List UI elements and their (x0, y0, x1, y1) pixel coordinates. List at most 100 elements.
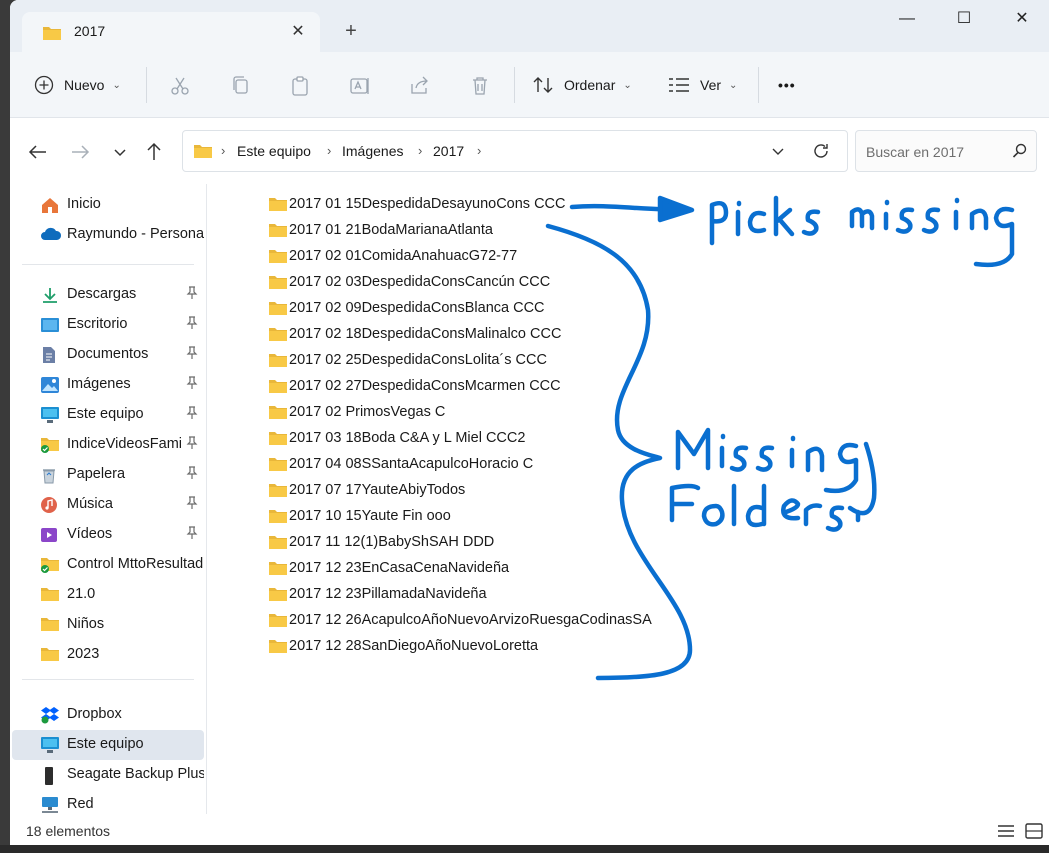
network-icon (40, 796, 60, 814)
sidebar-item-inicio[interactable]: Inicio (12, 190, 204, 220)
sidebar-item-seagate-backup-plus[interactable]: Seagate Backup Plus (12, 760, 204, 790)
sidebar-item-escritorio[interactable]: Escritorio (12, 310, 204, 340)
search-placeholder: Buscar en 2017 (866, 144, 965, 160)
copy-icon[interactable] (228, 74, 252, 98)
folder-icon (268, 196, 288, 215)
sidebar-item-raymundo-persona[interactable]: Raymundo - Persona (12, 220, 204, 250)
breadcrumb-imagenes[interactable]: Imágenes (342, 143, 403, 159)
sidebar-item-label: Imágenes (67, 376, 131, 392)
rename-icon[interactable] (348, 74, 372, 98)
chevron-right-icon: › (221, 143, 226, 158)
more-options-button[interactable]: ••• (778, 52, 796, 118)
folder-name: 2017 03 18Boda C&A y L Miel CCC2 (289, 430, 526, 446)
recent-locations-chevron-icon[interactable] (106, 138, 134, 166)
close-tab-icon[interactable]: ✕ (286, 20, 310, 44)
pin-icon[interactable] (186, 526, 198, 543)
minimize-button[interactable]: — (878, 0, 936, 40)
view-button[interactable]: Ver ⌄ (668, 52, 737, 118)
pin-icon[interactable] (186, 406, 198, 423)
new-label: Nuevo (64, 77, 105, 93)
folder-icon (268, 534, 288, 553)
pin-icon[interactable] (186, 346, 198, 363)
folder-name: 2017 12 23PillamadaNavideña (289, 586, 487, 602)
sidebar-item-música[interactable]: Música (12, 490, 204, 520)
sidebar-item-label: Descargas (67, 286, 137, 302)
sidebar-item-dropbox[interactable]: Dropbox (12, 700, 204, 730)
search-input[interactable]: Buscar en 2017 (855, 130, 1037, 172)
pin-icon[interactable] (186, 316, 198, 333)
sidebar-item-descargas[interactable]: Descargas (12, 280, 204, 310)
status-bar: 18 elementos (10, 814, 1049, 845)
desktop-icon (40, 316, 60, 334)
tab-title: 2017 (74, 23, 106, 39)
pin-icon[interactable] (186, 466, 198, 483)
sidebar-item-papelera[interactable]: Papelera (12, 460, 204, 490)
folder-name: 2017 02 09DespedidaConsBlanca CCC (289, 300, 545, 316)
tiles-view-icon[interactable] (1024, 822, 1044, 840)
up-arrow-icon[interactable] (140, 138, 168, 166)
refresh-icon[interactable] (811, 141, 831, 164)
sidebar-item-imágenes[interactable]: Imágenes (12, 370, 204, 400)
chevron-down-icon: ⌄ (112, 79, 121, 91)
new-button[interactable]: Nuevo ⌄ (34, 52, 121, 118)
sidebar-item-label: Este equipo (67, 736, 144, 752)
command-bar: Nuevo ⌄ Ordenar ⌄ Ver ⌄ ••• (10, 52, 1049, 118)
toolbar-divider (758, 67, 759, 103)
sort-label: Ordenar (564, 77, 616, 93)
sort-button[interactable]: Ordenar ⌄ (532, 52, 632, 118)
paste-icon[interactable] (288, 74, 312, 98)
folder-icon (268, 326, 288, 345)
pin-icon[interactable] (186, 436, 198, 453)
sidebar-item-label: Control MttoResultad (67, 556, 204, 572)
breadcrumb-este-equipo[interactable]: Este equipo (237, 143, 311, 159)
plus-circle-icon (34, 75, 54, 95)
sidebar-item-vídeos[interactable]: Vídeos (12, 520, 204, 550)
home-icon (40, 196, 60, 214)
sidebar-item-este-equipo[interactable]: Este equipo (12, 730, 204, 760)
folder-icon (268, 404, 288, 423)
back-arrow-icon[interactable] (24, 138, 52, 166)
address-bar[interactable]: › Este equipo › Imágenes › 2017 › (182, 130, 848, 172)
sidebar-item-label: Niños (67, 616, 105, 632)
download-icon (40, 286, 60, 304)
close-window-button[interactable]: ✕ (993, 0, 1049, 40)
pin-icon[interactable] (186, 496, 198, 513)
sidebar-item-label: Raymundo - Persona (67, 226, 204, 242)
sidebar-item-documentos[interactable]: Documentos (12, 340, 204, 370)
sidebar-item-label: Red (67, 796, 94, 812)
search-icon (1012, 143, 1028, 162)
sidebar-item-este-equipo[interactable]: Este equipo (12, 400, 204, 430)
folder-name: 2017 02 PrimosVegas C (289, 404, 446, 420)
folder-name: 2017 02 18DespedidaConsMalinalco CCC (289, 326, 562, 342)
sidebar-item-21-0[interactable]: 21.0 (12, 580, 204, 610)
tab-2017[interactable]: 2017 ✕ (22, 12, 320, 52)
sidebar-item-niños[interactable]: Niños (12, 610, 204, 640)
videos-icon (40, 526, 60, 544)
address-history-chevron-icon[interactable] (769, 142, 787, 163)
music-icon (40, 496, 60, 514)
list-view-icon (669, 78, 689, 92)
sidebar-item-2023[interactable]: 2023 (12, 640, 204, 670)
explorer-window: 2017 ✕ + — ☐ ✕ Nuevo ⌄ Ordenar ⌄ Ver ⌄ •… (10, 0, 1049, 845)
share-icon[interactable] (408, 74, 432, 98)
sidebar-item-indicevideosfami[interactable]: IndiceVideosFami (12, 430, 204, 460)
chevron-down-icon: ⌄ (729, 79, 738, 91)
pin-icon[interactable] (186, 376, 198, 393)
folder-icon (268, 378, 288, 397)
cut-icon[interactable] (168, 74, 192, 98)
sidebar-item-label: Este equipo (67, 406, 144, 422)
folder-icon (268, 222, 288, 241)
folder-name: 2017 07 17YauteAbiyTodos (289, 482, 466, 498)
breadcrumb-2017[interactable]: 2017 (433, 143, 464, 159)
sidebar-item-label: Escritorio (67, 316, 128, 332)
pin-icon[interactable] (186, 286, 198, 303)
delete-icon[interactable] (468, 74, 492, 98)
details-view-icon[interactable] (996, 822, 1016, 840)
sidebar-item-control-mttoresultad[interactable]: Control MttoResultad (12, 550, 204, 580)
sidebar-item-label: Inicio (67, 196, 101, 212)
chevron-right-icon: › (477, 143, 482, 158)
view-label: Ver (700, 77, 722, 93)
new-tab-button[interactable]: + (338, 18, 364, 44)
maximize-button[interactable]: ☐ (935, 0, 993, 40)
forward-arrow-icon[interactable] (66, 138, 94, 166)
